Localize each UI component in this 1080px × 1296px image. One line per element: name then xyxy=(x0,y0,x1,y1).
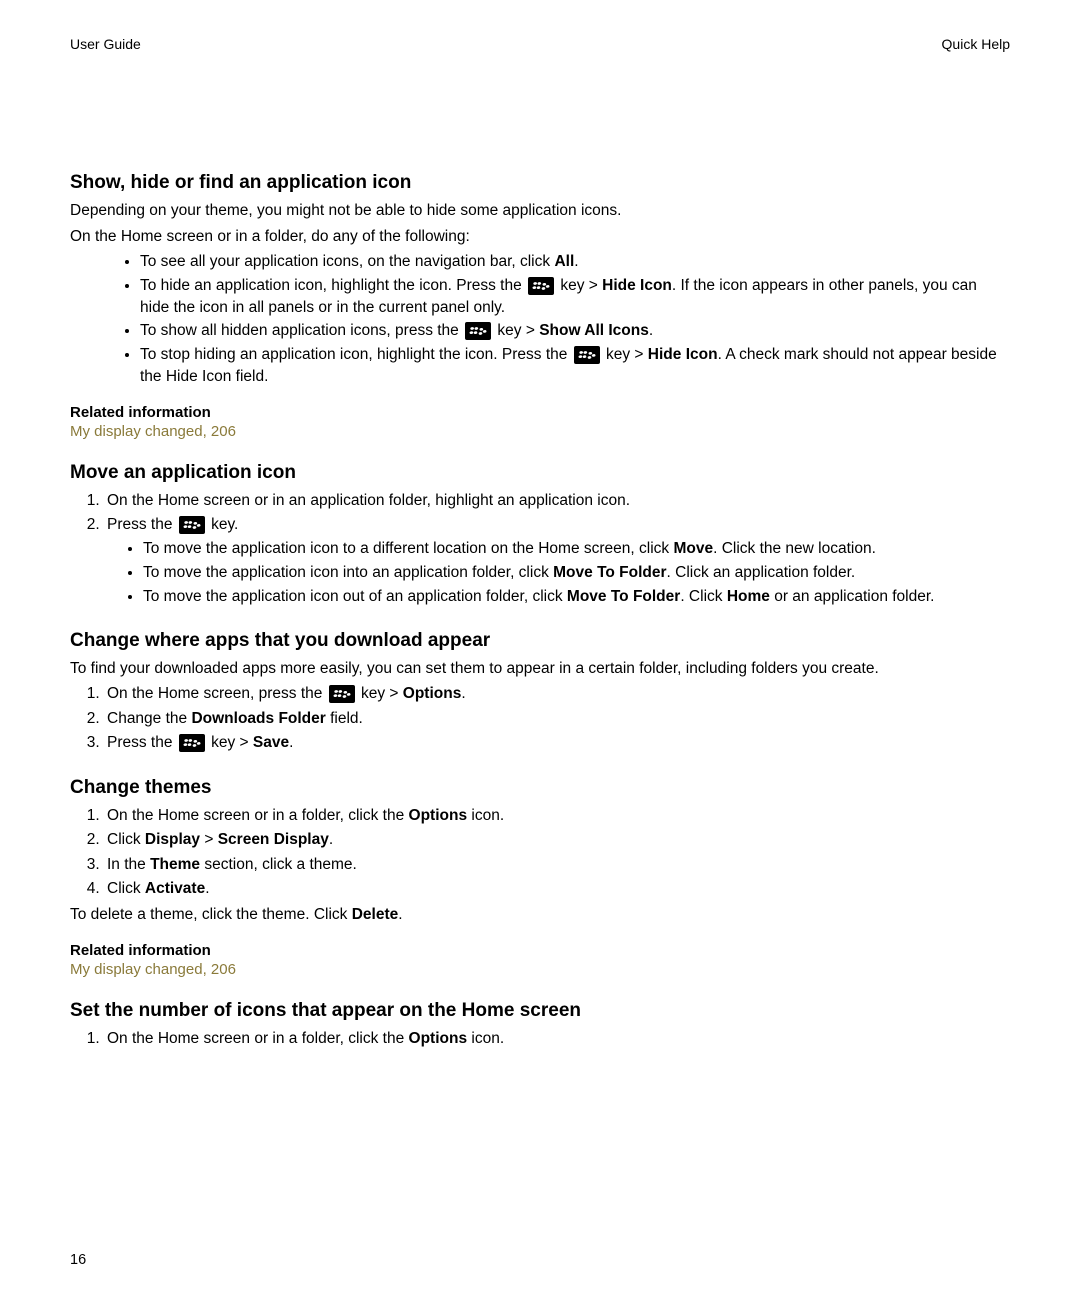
document-page: User Guide Quick Help Show, hide or find… xyxy=(0,0,1080,1296)
ui-label: Options xyxy=(409,1030,468,1047)
list-item: On the Home screen or in a folder, click… xyxy=(104,805,1010,827)
numbered-list: On the Home screen or in a folder, click… xyxy=(70,805,1010,901)
body-text: On the Home screen or in a folder, do an… xyxy=(70,226,1010,248)
list-item: To move the application icon to a differ… xyxy=(143,538,1010,560)
section-heading: Show, hide or find an application icon xyxy=(70,172,1010,194)
ui-label: Delete xyxy=(352,906,399,923)
page-header: User Guide Quick Help xyxy=(70,36,1010,52)
list-item: In the Theme section, click a theme. xyxy=(104,854,1010,876)
related-info-heading: Related information xyxy=(70,402,1010,423)
list-item: To move the application icon out of an a… xyxy=(143,586,1010,608)
list-item: On the Home screen or in a folder, click… xyxy=(104,1028,1010,1050)
body-text: Depending on your theme, you might not b… xyxy=(70,200,1010,222)
ui-label: Home xyxy=(727,588,770,605)
ui-label: Move To Folder xyxy=(567,588,680,605)
numbered-list: On the Home screen, press the key > Opti… xyxy=(70,683,1010,754)
ui-label: Activate xyxy=(145,880,205,897)
ui-label: Hide Icon xyxy=(602,277,672,294)
blackberry-key-icon xyxy=(528,277,554,295)
ui-label: Move To Folder xyxy=(553,564,666,581)
related-link[interactable]: My display changed, 206 xyxy=(70,423,1010,440)
list-item: To show all hidden application icons, pr… xyxy=(140,320,1010,342)
header-left: User Guide xyxy=(70,36,141,52)
bullet-list: To see all your application icons, on th… xyxy=(70,251,1010,387)
list-item: Change the Downloads Folder field. xyxy=(104,708,1010,730)
ui-label: Options xyxy=(409,807,468,824)
page-number: 16 xyxy=(70,1252,86,1268)
ui-label: Downloads Folder xyxy=(191,710,325,727)
section-heading: Change themes xyxy=(70,777,1010,799)
ui-label: Move xyxy=(673,540,713,557)
list-item: Press the key > Save. xyxy=(104,732,1010,754)
list-item: Press the key. To move the application i… xyxy=(104,514,1010,608)
list-item: To see all your application icons, on th… xyxy=(140,251,1010,273)
body-text: To delete a theme, click the theme. Clic… xyxy=(70,904,1010,926)
blackberry-key-icon xyxy=(179,734,205,752)
list-item: On the Home screen, press the key > Opti… xyxy=(104,683,1010,705)
ui-label: Screen Display xyxy=(218,831,329,848)
list-item: To stop hiding an application icon, high… xyxy=(140,344,1010,387)
numbered-list: On the Home screen or in a folder, click… xyxy=(70,1028,1010,1050)
ui-label: All xyxy=(554,253,574,270)
blackberry-key-icon xyxy=(574,346,600,364)
section-heading: Move an application icon xyxy=(70,462,1010,484)
ui-label: Theme xyxy=(150,856,200,873)
header-right: Quick Help xyxy=(942,36,1010,52)
body-text: To find your downloaded apps more easily… xyxy=(70,658,1010,680)
list-item: Click Activate. xyxy=(104,878,1010,900)
list-item: Click Display > Screen Display. xyxy=(104,829,1010,851)
ui-label: Save xyxy=(253,734,289,751)
numbered-list: On the Home screen or in an application … xyxy=(70,490,1010,608)
ui-label: Display xyxy=(145,831,200,848)
section-heading: Change where apps that you download appe… xyxy=(70,630,1010,652)
related-info-heading: Related information xyxy=(70,940,1010,961)
blackberry-key-icon xyxy=(465,322,491,340)
bullet-list: To move the application icon to a differ… xyxy=(107,538,1010,607)
related-link[interactable]: My display changed, 206 xyxy=(70,961,1010,978)
ui-label: Hide Icon xyxy=(648,346,718,363)
blackberry-key-icon xyxy=(329,685,355,703)
blackberry-key-icon xyxy=(179,516,205,534)
ui-label: Options xyxy=(403,685,462,702)
list-item: To move the application icon into an app… xyxy=(143,562,1010,584)
ui-label: Show All Icons xyxy=(539,322,649,339)
list-item: On the Home screen or in an application … xyxy=(104,490,1010,512)
section-heading: Set the number of icons that appear on t… xyxy=(70,1000,1010,1022)
list-item: To hide an application icon, highlight t… xyxy=(140,275,1010,318)
